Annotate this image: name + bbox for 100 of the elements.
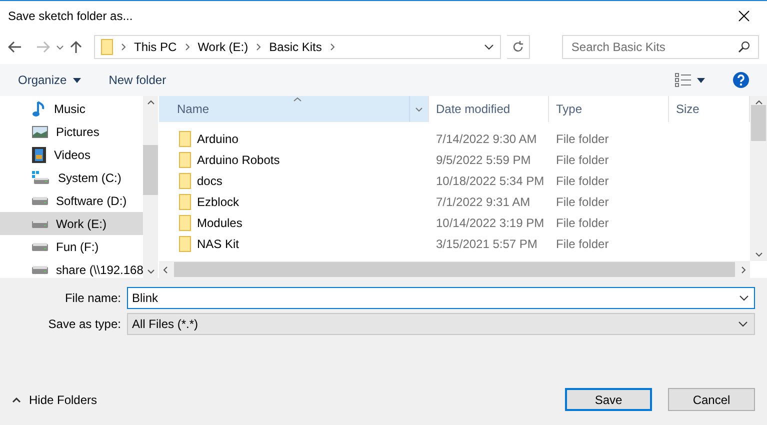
- date-cell-text: 10/14/2022 3:19 PM: [435, 216, 546, 230]
- column-header[interactable]: Name: [159, 96, 429, 122]
- picture-icon: [32, 126, 48, 138]
- chevron-left-icon[interactable]: [163, 266, 168, 274]
- chevron-right-icon[interactable]: [741, 266, 746, 274]
- file-list-scrollbar[interactable]: [750, 96, 767, 261]
- chevron-right-icon: [121, 43, 126, 51]
- folder-icon: [179, 194, 191, 210]
- details-view-icon: [675, 73, 691, 87]
- save-type-dropdown[interactable]: All Files (*.*): [127, 313, 755, 335]
- breadcrumb[interactable]: This PC: [134, 40, 177, 54]
- file-row[interactable]: Arduino 7/14/2022 9:30 AM File folder: [159, 128, 750, 149]
- chevron-up-icon[interactable]: [146, 100, 155, 105]
- chevron-right-icon: [184, 43, 190, 51]
- refresh-icon: [512, 41, 524, 53]
- dialog-button[interactable]: Cancel: [668, 388, 755, 411]
- chevron-right-icon: [256, 43, 262, 51]
- folder-icon: [179, 172, 191, 188]
- file-row[interactable]: Arduino Robots 9/5/2022 5:59 PM File folder: [159, 149, 750, 170]
- column-label: Date modified: [436, 102, 510, 116]
- column-label: Size: [676, 102, 700, 116]
- sidebar-item-label: Fun (F:): [56, 240, 99, 254]
- refresh-button[interactable]: [507, 35, 530, 59]
- chevron-down-icon[interactable]: [739, 295, 749, 301]
- sidebar-item[interactable]: share (\\192.168: [0, 258, 144, 281]
- sort-ascending-icon: [293, 97, 302, 102]
- film-icon: [32, 146, 46, 162]
- scroll-thumb[interactable]: [143, 145, 158, 195]
- file-row[interactable]: Ezblock 7/1/2022 9:31 AM File folder: [159, 191, 750, 212]
- file-name: Arduino Robots: [197, 152, 280, 166]
- back-button[interactable]: [8, 41, 22, 53]
- breadcrumb[interactable]: Work (E:): [198, 40, 248, 54]
- search-icon[interactable]: [738, 41, 750, 53]
- sidebar-item[interactable]: Fun (F:): [0, 235, 144, 258]
- file-row[interactable]: docs 10/18/2022 5:34 PM File folder: [159, 170, 750, 191]
- sidebar-item[interactable]: Work (E:): [0, 212, 144, 235]
- file-row[interactable]: Modules 10/14/2022 3:19 PM File folder: [159, 212, 750, 233]
- column-label: Type: [556, 102, 582, 116]
- horizontal-scrollbar[interactable]: [159, 261, 750, 278]
- hide-folders-button[interactable]: Hide Folders: [12, 392, 98, 406]
- close-icon: [738, 10, 750, 22]
- help-icon: [733, 72, 749, 88]
- new-folder-button[interactable]: New folder: [108, 71, 166, 89]
- sidebar-item-label: Videos: [54, 148, 90, 162]
- file-row[interactable]: NAS Kit 3/15/2021 5:57 PM File folder: [159, 233, 750, 254]
- type-cell-text: File folder: [555, 216, 610, 230]
- folder-icon: [179, 236, 191, 252]
- up-button[interactable]: [70, 40, 82, 54]
- arrow-left-icon: [8, 41, 22, 53]
- type-cell-text: File folder: [555, 236, 610, 250]
- sidebar-item[interactable]: Software (D:): [0, 189, 144, 212]
- column-label: Name: [177, 102, 210, 116]
- file-name: NAS Kit: [197, 236, 240, 250]
- date-cell-text: 3/15/2021 5:57 PM: [435, 236, 538, 250]
- sidebar-item[interactable]: Videos: [0, 143, 144, 166]
- folder-icon: [179, 152, 191, 168]
- dialog-button[interactable]: Save: [565, 388, 652, 411]
- search-field[interactable]: Search Basic Kits: [562, 35, 759, 59]
- sidebar-item-label: Work (E:): [56, 216, 106, 230]
- scroll-thumb[interactable]: [174, 262, 735, 277]
- arrow-right-icon: [36, 41, 50, 53]
- sidebar-item[interactable]: System (C:): [0, 166, 144, 189]
- organize-menu[interactable]: Organize: [18, 71, 81, 89]
- sidebar-item-label: Software (D:): [56, 194, 127, 208]
- caret-down-icon: [72, 78, 81, 82]
- scroll-thumb[interactable]: [751, 105, 766, 141]
- column-menu-icon[interactable]: [415, 106, 423, 112]
- drive-icon: [32, 220, 48, 228]
- file-name-field[interactable]: Blink: [127, 287, 755, 309]
- file-name-label: File name:: [64, 291, 122, 305]
- address-bar[interactable]: This PC Work (E:) Basic Kits: [94, 35, 501, 59]
- date-cell-text: 7/1/2022 9:31 AM: [435, 194, 532, 208]
- folder-icon: [101, 39, 113, 55]
- drive-icon: [32, 196, 48, 204]
- sidebar-item-label: Music: [54, 102, 86, 116]
- sidebar-item[interactable]: Music: [0, 97, 144, 120]
- save-type-label: Save as type:: [47, 317, 122, 331]
- chevron-down-icon[interactable]: [754, 252, 762, 257]
- file-name: Modules: [197, 216, 242, 230]
- chevron-down-icon[interactable]: [146, 269, 155, 274]
- view-options-button[interactable]: [675, 71, 705, 89]
- arrow-up-icon: [70, 40, 82, 54]
- chevron-up-icon[interactable]: [754, 100, 762, 105]
- type-cell-text: File folder: [555, 174, 610, 188]
- chevron-down-icon: [738, 321, 748, 327]
- date-cell-text: 9/5/2022 5:59 PM: [435, 152, 532, 166]
- folder-icon: [179, 214, 191, 230]
- help-button[interactable]: [733, 70, 749, 90]
- file-name: docs: [197, 174, 222, 188]
- type-cell-text: File folder: [555, 194, 610, 208]
- recent-locations-button[interactable]: [56, 44, 64, 50]
- date-cell-text: 7/14/2022 9:30 AM: [435, 132, 538, 146]
- sidebar-item[interactable]: Pictures: [0, 120, 144, 143]
- sidebar-item-label: share (\\192.168: [56, 262, 144, 276]
- music-note-icon: [32, 100, 46, 116]
- breadcrumb[interactable]: Basic Kits: [269, 40, 322, 54]
- sidebar-scrollbar[interactable]: [143, 96, 158, 278]
- chevron-down-icon: [56, 44, 64, 50]
- sidebar-item-label: System (C:): [58, 170, 122, 184]
- folder-icon: [179, 130, 191, 146]
